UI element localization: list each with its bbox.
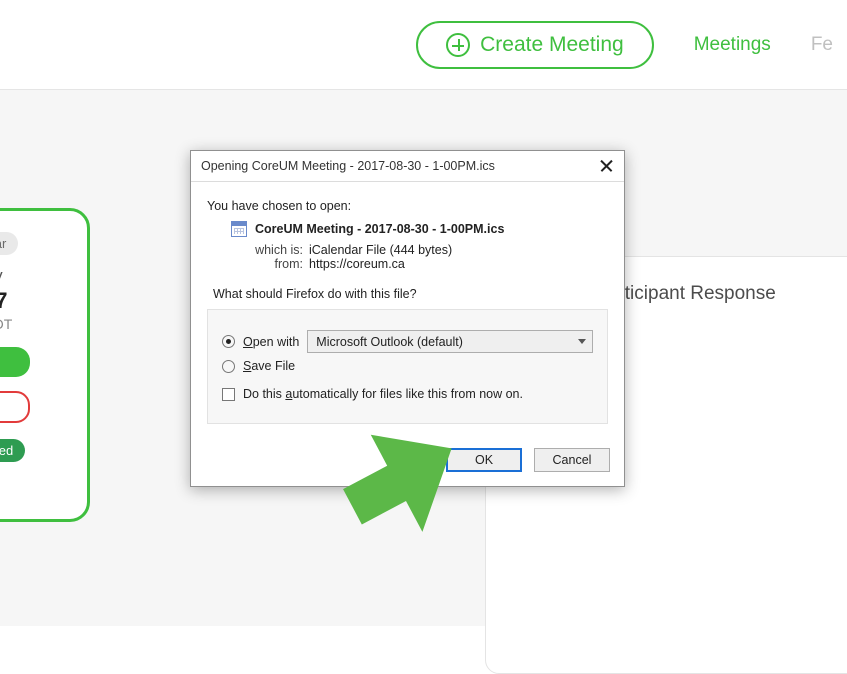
card-day-name: esday [0,266,73,286]
close-icon[interactable] [598,157,616,175]
dialog-body: You have chosen to open: CoreUM Meeting … [191,182,624,436]
save-file-label: Save File [243,359,295,373]
open-with-row[interactable]: Open with Microsoft Outlook (default) [222,330,593,353]
nav-meetings[interactable]: Meetings [694,34,771,56]
auto-label: Do this automatically for files like thi… [243,387,523,401]
open-with-label: Open with [243,335,299,349]
app-select-value: Microsoft Outlook (default) [316,335,463,349]
save-file-row[interactable]: Save File [222,359,593,373]
auto-checkbox[interactable] [222,388,235,401]
open-with-radio[interactable] [222,335,235,348]
ok-button[interactable]: OK [446,448,522,472]
from-label: from: [251,257,303,271]
dialog-question: What should Firefox do with this file? [213,287,608,301]
meeting-card: Calendar esday 30 17 0 PM EDT es o Respo… [0,208,90,522]
yes-button[interactable]: es [0,347,30,377]
nav-fe[interactable]: Fe [811,34,833,56]
plus-circle-icon [446,33,470,57]
which-is-row: which is: iCalendar File (444 bytes) [251,243,608,257]
file-row: CoreUM Meeting - 2017-08-30 - 1-00PM.ics [231,221,608,237]
dialog-titlebar: Opening CoreUM Meeting - 2017-08-30 - 1-… [191,151,624,182]
auto-row[interactable]: Do this automatically for files like thi… [222,387,593,401]
dialog-buttons: OK Cancel [191,436,624,486]
which-is-label: which is: [251,243,303,257]
open-file-dialog: Opening CoreUM Meeting - 2017-08-30 - 1-… [190,150,625,487]
which-is-value: iCalendar File (444 bytes) [309,243,452,257]
calendar-pill: Calendar [0,232,18,255]
top-nav: Create Meeting Meetings Fe [0,0,847,90]
calendar-file-icon [231,221,247,237]
from-value: https://coreum.ca [309,257,405,271]
dialog-prompt: You have chosen to open: [207,199,608,213]
save-file-radio[interactable] [222,360,235,373]
option-panel: Open with Microsoft Outlook (default) Sa… [207,309,608,424]
create-meeting-label: Create Meeting [480,33,624,57]
filename: CoreUM Meeting - 2017-08-30 - 1-00PM.ics [255,222,504,236]
card-date: 30 17 [0,288,73,314]
app-select[interactable]: Microsoft Outlook (default) [307,330,593,353]
from-row: from: https://coreum.ca [251,257,608,271]
cancel-button[interactable]: Cancel [534,448,610,472]
chevron-down-icon [578,339,586,344]
no-button[interactable]: o [0,391,30,423]
responded-pill: Responded [0,439,25,462]
card-time: 0 PM EDT [0,316,73,332]
dialog-title: Opening CoreUM Meeting - 2017-08-30 - 1-… [201,159,495,173]
create-meeting-button[interactable]: Create Meeting [416,21,654,69]
